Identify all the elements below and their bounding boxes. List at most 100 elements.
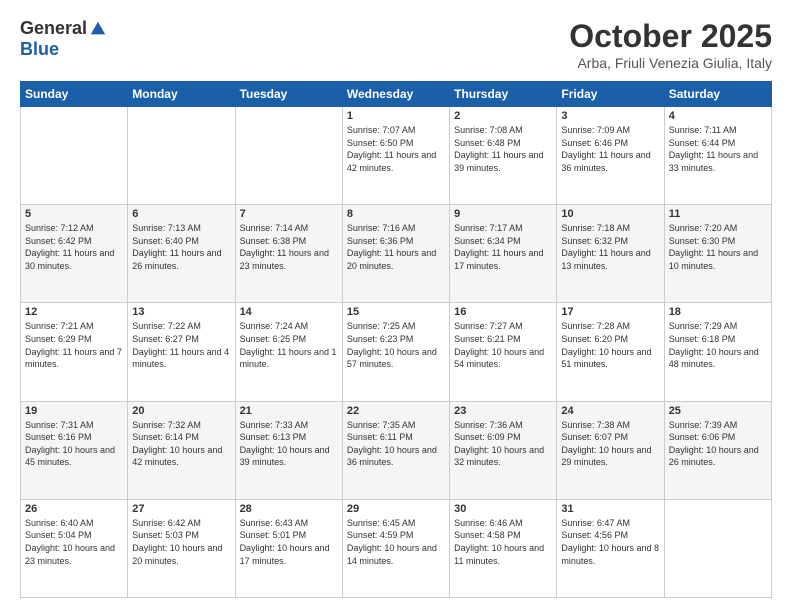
calendar-cell: 17 Sunrise: 7:28 AM Sunset: 6:20 PM Dayli… <box>557 303 664 401</box>
day-header-wednesday: Wednesday <box>342 82 449 107</box>
day-number: 3 <box>561 110 659 122</box>
day-info: Sunrise: 7:36 AM Sunset: 6:09 PM Dayligh… <box>454 419 552 469</box>
calendar-cell <box>664 499 771 597</box>
calendar-cell: 16 Sunrise: 7:27 AM Sunset: 6:21 PM Dayli… <box>450 303 557 401</box>
location: Arba, Friuli Venezia Giulia, Italy <box>569 55 772 71</box>
day-number: 28 <box>240 503 338 515</box>
calendar-cell: 29Sunrise: 6:45 AM Sunset: 4:59 PM Dayli… <box>342 499 449 597</box>
day-info: Sunrise: 7:13 AM Sunset: 6:40 PM Dayligh… <box>132 222 230 272</box>
page: General Blue October 2025 Arba, Friuli V… <box>0 0 792 612</box>
calendar-cell: 26 Sunrise: 6:40 AM Sunset: 5:04 PM Dayli… <box>21 499 128 597</box>
day-number: 10 <box>561 208 659 220</box>
day-number: 11 <box>669 208 767 220</box>
day-header-saturday: Saturday <box>664 82 771 107</box>
day-number: 2 <box>454 110 552 122</box>
week-row-4: 19Sunrise: 7:31 AM Sunset: 6:16 PM Dayli… <box>21 401 772 499</box>
day-info: Sunrise: 7:24 AM Sunset: 6:25 PM Dayligh… <box>240 320 338 370</box>
calendar-cell: 5 Sunrise: 7:12 AM Sunset: 6:42 PM Daylig… <box>21 205 128 303</box>
day-header-friday: Friday <box>557 82 664 107</box>
day-info: Sunrise: 7:21 AM Sunset: 6:29 PM Dayligh… <box>25 320 123 370</box>
day-number: 14 <box>240 306 338 318</box>
day-info: Sunrise: 7:35 AM Sunset: 6:11 PM Dayligh… <box>347 419 445 469</box>
calendar-cell <box>235 107 342 205</box>
day-number: 4 <box>669 110 767 122</box>
calendar-cell: 4 Sunrise: 7:11 AM Sunset: 6:44 PM Daylig… <box>664 107 771 205</box>
day-info: Sunrise: 7:17 AM Sunset: 6:34 PM Dayligh… <box>454 222 552 272</box>
day-info: Sunrise: 7:28 AM Sunset: 6:20 PM Dayligh… <box>561 320 659 370</box>
day-number: 1 <box>347 110 445 122</box>
calendar-cell: 27Sunrise: 6:42 AM Sunset: 5:03 PM Dayli… <box>128 499 235 597</box>
day-number: 26 <box>25 503 123 515</box>
day-header-sunday: Sunday <box>21 82 128 107</box>
day-number: 8 <box>347 208 445 220</box>
week-row-2: 5 Sunrise: 7:12 AM Sunset: 6:42 PM Daylig… <box>21 205 772 303</box>
day-number: 9 <box>454 208 552 220</box>
calendar-cell: 14 Sunrise: 7:24 AM Sunset: 6:25 PM Dayli… <box>235 303 342 401</box>
calendar-cell: 18 Sunrise: 7:29 AM Sunset: 6:18 PM Dayli… <box>664 303 771 401</box>
header-row: SundayMondayTuesdayWednesdayThursdayFrid… <box>21 82 772 107</box>
logo-icon <box>89 20 107 38</box>
calendar-cell: 30Sunrise: 6:46 AM Sunset: 4:58 PM Dayli… <box>450 499 557 597</box>
calendar-cell: 25 Sunrise: 7:39 AM Sunset: 6:06 PM Dayli… <box>664 401 771 499</box>
day-info: Sunrise: 7:39 AM Sunset: 6:06 PM Dayligh… <box>669 419 767 469</box>
calendar-cell: 20 Sunrise: 7:32 AM Sunset: 6:14 PM Dayli… <box>128 401 235 499</box>
week-row-3: 12 Sunrise: 7:21 AM Sunset: 6:29 PM Dayli… <box>21 303 772 401</box>
day-info: Sunrise: 6:43 AM Sunset: 5:01 PM Dayligh… <box>240 517 338 567</box>
day-info: Sunrise: 7:08 AM Sunset: 6:48 PM Dayligh… <box>454 124 552 174</box>
day-header-monday: Monday <box>128 82 235 107</box>
calendar-cell: 7Sunrise: 7:14 AM Sunset: 6:38 PM Daylig… <box>235 205 342 303</box>
calendar-cell: 10Sunrise: 7:18 AM Sunset: 6:32 PM Dayli… <box>557 205 664 303</box>
day-number: 12 <box>25 306 123 318</box>
day-number: 6 <box>132 208 230 220</box>
day-info: Sunrise: 7:11 AM Sunset: 6:44 PM Dayligh… <box>669 124 767 174</box>
day-number: 20 <box>132 405 230 417</box>
day-info: Sunrise: 6:47 AM Sunset: 4:56 PM Dayligh… <box>561 517 659 567</box>
day-number: 31 <box>561 503 659 515</box>
calendar-cell: 22 Sunrise: 7:35 AM Sunset: 6:11 PM Dayli… <box>342 401 449 499</box>
calendar-cell: 13Sunrise: 7:22 AM Sunset: 6:27 PM Dayli… <box>128 303 235 401</box>
header-right: October 2025 Arba, Friuli Venezia Giulia… <box>569 18 772 71</box>
calendar-cell: 3Sunrise: 7:09 AM Sunset: 6:46 PM Daylig… <box>557 107 664 205</box>
day-number: 25 <box>669 405 767 417</box>
day-info: Sunrise: 7:14 AM Sunset: 6:38 PM Dayligh… <box>240 222 338 272</box>
week-row-5: 26 Sunrise: 6:40 AM Sunset: 5:04 PM Dayli… <box>21 499 772 597</box>
day-number: 17 <box>561 306 659 318</box>
day-number: 18 <box>669 306 767 318</box>
calendar-cell: 23 Sunrise: 7:36 AM Sunset: 6:09 PM Dayli… <box>450 401 557 499</box>
day-number: 22 <box>347 405 445 417</box>
day-info: Sunrise: 7:27 AM Sunset: 6:21 PM Dayligh… <box>454 320 552 370</box>
day-info: Sunrise: 7:16 AM Sunset: 6:36 PM Dayligh… <box>347 222 445 272</box>
logo-blue-text: Blue <box>20 39 59 60</box>
day-number: 24 <box>561 405 659 417</box>
day-number: 5 <box>25 208 123 220</box>
week-row-1: 1 Sunrise: 7:07 AM Sunset: 6:50 PM Daylig… <box>21 107 772 205</box>
day-info: Sunrise: 7:32 AM Sunset: 6:14 PM Dayligh… <box>132 419 230 469</box>
day-number: 23 <box>454 405 552 417</box>
day-number: 27 <box>132 503 230 515</box>
month-title: October 2025 <box>569 18 772 55</box>
calendar-cell: 15Sunrise: 7:25 AM Sunset: 6:23 PM Dayli… <box>342 303 449 401</box>
day-number: 19 <box>25 405 123 417</box>
calendar-cell: 1 Sunrise: 7:07 AM Sunset: 6:50 PM Daylig… <box>342 107 449 205</box>
day-info: Sunrise: 7:20 AM Sunset: 6:30 PM Dayligh… <box>669 222 767 272</box>
day-info: Sunrise: 7:07 AM Sunset: 6:50 PM Dayligh… <box>347 124 445 174</box>
calendar-cell: 2 Sunrise: 7:08 AM Sunset: 6:48 PM Daylig… <box>450 107 557 205</box>
header: General Blue October 2025 Arba, Friuli V… <box>20 18 772 71</box>
day-info: Sunrise: 7:29 AM Sunset: 6:18 PM Dayligh… <box>669 320 767 370</box>
calendar-cell: 21Sunrise: 7:33 AM Sunset: 6:13 PM Dayli… <box>235 401 342 499</box>
day-info: Sunrise: 7:38 AM Sunset: 6:07 PM Dayligh… <box>561 419 659 469</box>
day-number: 16 <box>454 306 552 318</box>
calendar-cell: 19Sunrise: 7:31 AM Sunset: 6:16 PM Dayli… <box>21 401 128 499</box>
calendar-cell: 9 Sunrise: 7:17 AM Sunset: 6:34 PM Daylig… <box>450 205 557 303</box>
day-number: 29 <box>347 503 445 515</box>
calendar-cell: 28 Sunrise: 6:43 AM Sunset: 5:01 PM Dayli… <box>235 499 342 597</box>
day-info: Sunrise: 7:22 AM Sunset: 6:27 PM Dayligh… <box>132 320 230 370</box>
day-header-thursday: Thursday <box>450 82 557 107</box>
day-header-tuesday: Tuesday <box>235 82 342 107</box>
day-info: Sunrise: 6:40 AM Sunset: 5:04 PM Dayligh… <box>25 517 123 567</box>
calendar-cell <box>21 107 128 205</box>
day-info: Sunrise: 7:12 AM Sunset: 6:42 PM Dayligh… <box>25 222 123 272</box>
logo: General Blue <box>20 18 107 60</box>
calendar-cell <box>128 107 235 205</box>
calendar-cell: 24 Sunrise: 7:38 AM Sunset: 6:07 PM Dayli… <box>557 401 664 499</box>
